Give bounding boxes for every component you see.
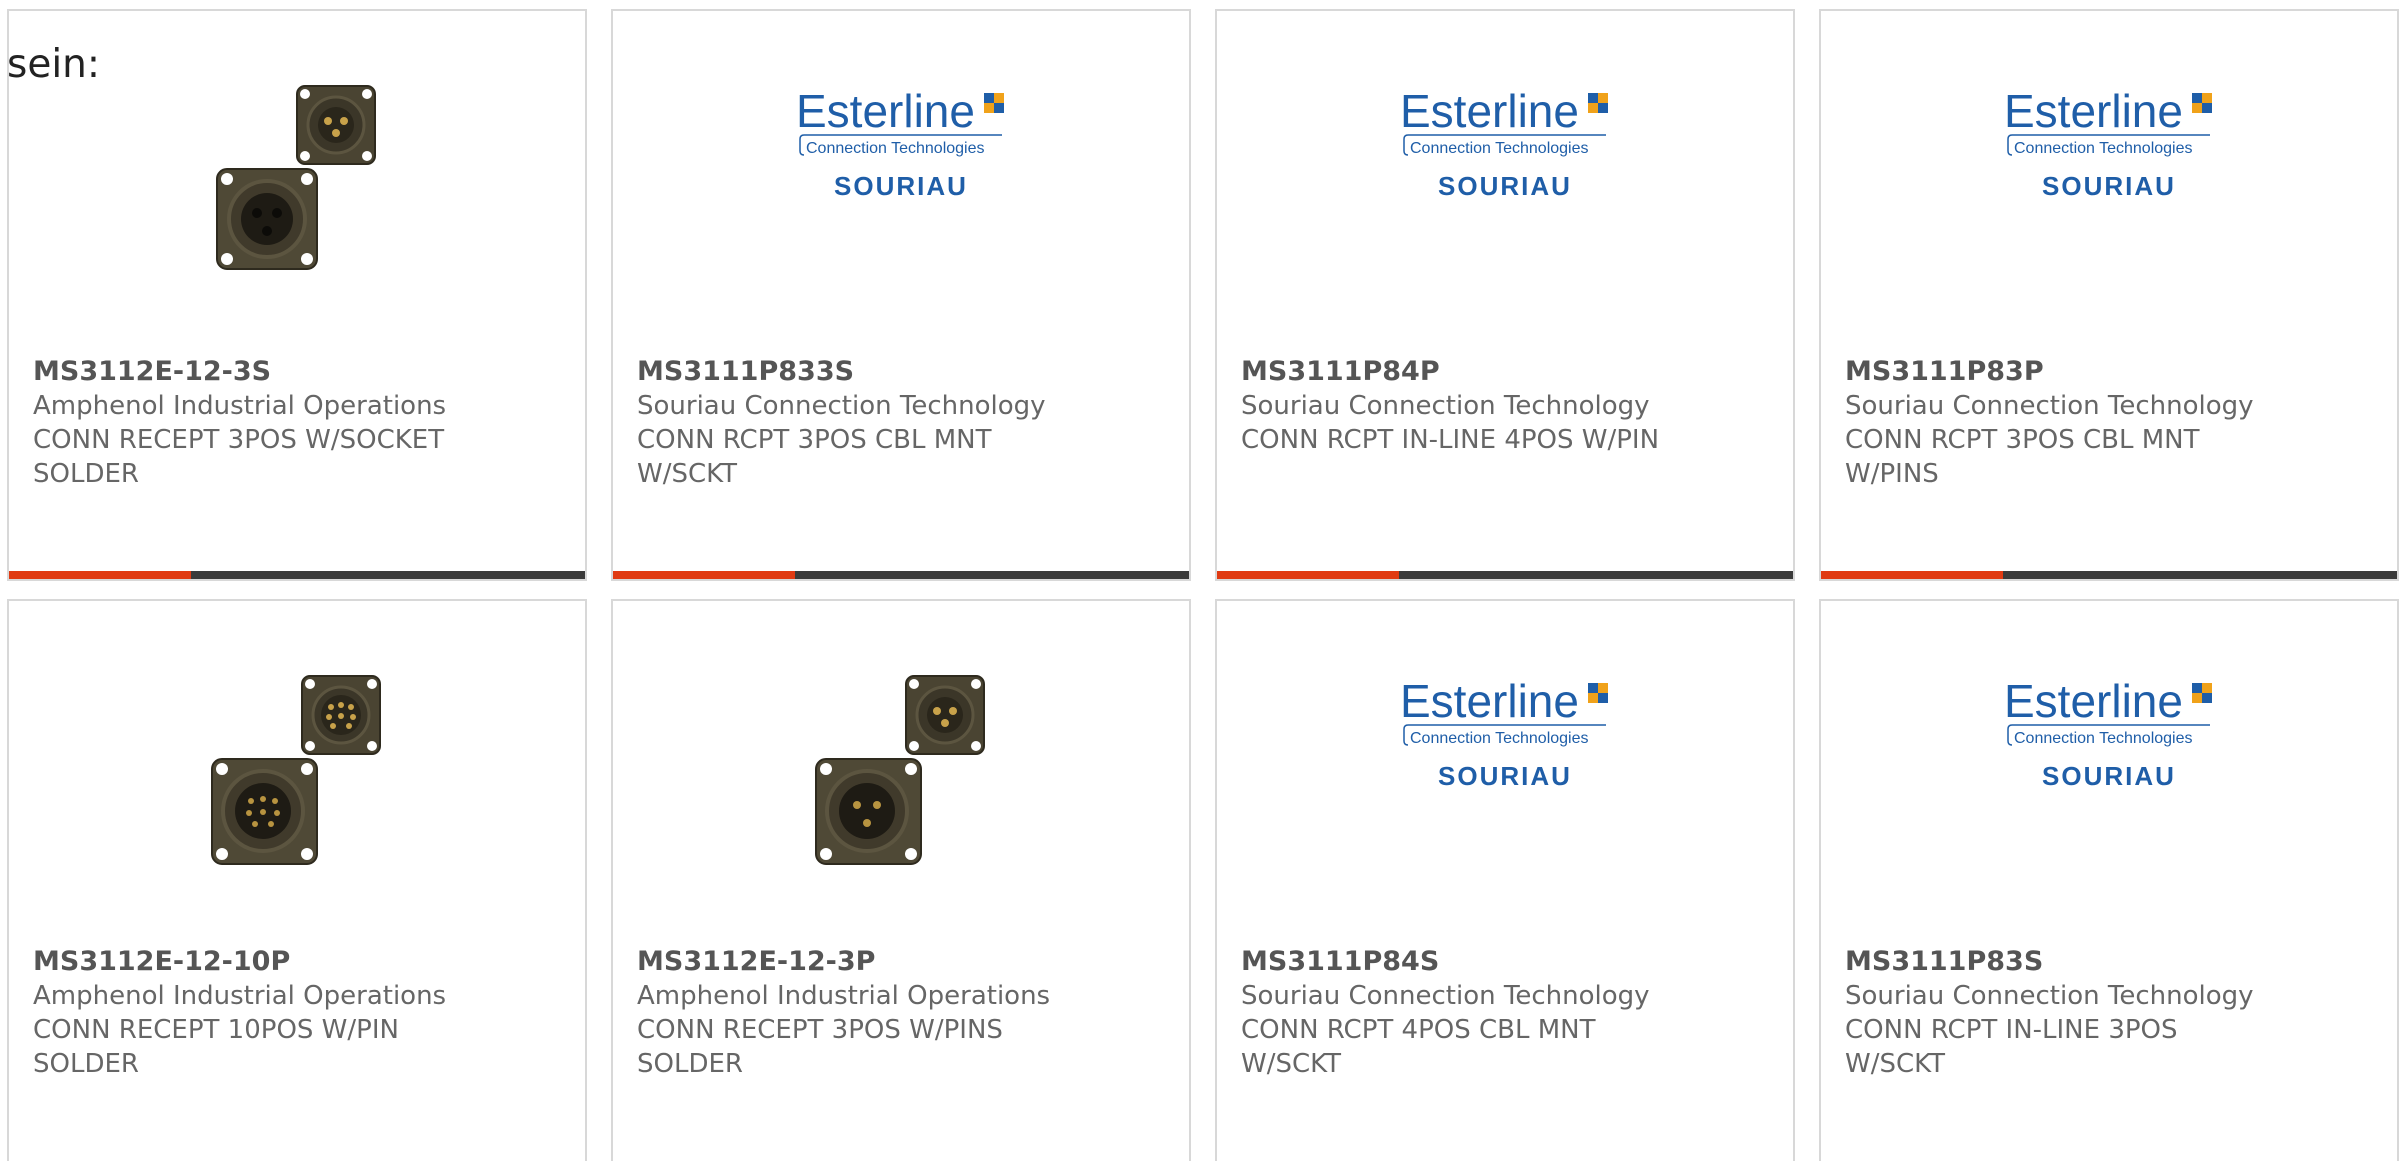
part-number-link[interactable]: MS3111P83S	[1845, 945, 2377, 979]
product-image: Esterline Connection Technologies SOURIA…	[1217, 81, 1793, 311]
product-description: CONN RCPT IN-LINE 4POS W/PIN	[1241, 425, 1660, 455]
connector-photo-icon	[211, 675, 381, 865]
product-card[interactable]: MS3112E-12-3S Amphenol Industrial Operat…	[7, 9, 587, 581]
part-number-link[interactable]: MS3111P833S	[637, 355, 1169, 389]
connector-photo-icon	[815, 675, 985, 865]
manufacturer-name: Souriau Connection Technology	[1845, 391, 2254, 421]
card-bottom-bar	[1217, 571, 1793, 579]
part-number-link[interactable]: MS3112E-12-3S	[33, 355, 565, 389]
product-card[interactable]: Esterline Connection Technologies SOURIA…	[1215, 9, 1795, 581]
product-image	[9, 81, 585, 311]
card-bottom-bar	[9, 571, 585, 579]
manufacturer-name: Amphenol Industrial Operations	[637, 981, 1051, 1011]
logo-wordmark: Esterline	[1400, 85, 1579, 137]
part-number-link[interactable]: MS3112E-12-10P	[33, 945, 565, 979]
product-description: CONN RECEPT 3POS W/PINS SOLDER	[637, 1015, 1003, 1079]
product-description: CONN RCPT IN-LINE 3POS W/SCKT	[1845, 1015, 2178, 1079]
logo-tagline: Connection Technologies	[1410, 140, 1589, 157]
product-description: CONN RCPT 4POS CBL MNT W/SCKT	[1241, 1015, 1596, 1079]
intro-text: sein:	[7, 42, 101, 87]
connector-photo-icon	[216, 85, 376, 270]
logo-sub: SOURIAU	[1438, 171, 1572, 201]
accent-bar	[9, 571, 191, 579]
product-description: CONN RECEPT 10POS W/PIN SOLDER	[33, 1015, 399, 1079]
logo-tagline: Connection Technologies	[2014, 730, 2193, 747]
manufacturer-name: Amphenol Industrial Operations	[33, 981, 447, 1011]
manufacturer-name: Amphenol Industrial Operations	[33, 391, 447, 421]
esterline-souriau-logo-icon: Esterline Connection Technologies SOURIA…	[2004, 675, 2212, 791]
card-bottom-bar	[613, 571, 1189, 579]
esterline-souriau-logo-icon: Esterline Connection Technologies SOURIA…	[1400, 85, 1608, 201]
product-description: CONN RCPT 3POS CBL MNT W/SCKT	[637, 425, 992, 489]
product-card[interactable]: Esterline Connection Technologies SOURIA…	[1819, 9, 2399, 581]
logo-wordmark: Esterline	[1400, 675, 1579, 727]
product-card[interactable]: Esterline Connection Technologies SOURIA…	[611, 9, 1191, 581]
logo-sub: SOURIAU	[834, 171, 968, 201]
logo-tagline: Connection Technologies	[2014, 140, 2193, 157]
logo-sub: SOURIAU	[2042, 171, 2176, 201]
accent-bar	[1217, 571, 1399, 579]
manufacturer-name: Souriau Connection Technology	[637, 391, 1046, 421]
logo-tagline: Connection Technologies	[806, 140, 985, 157]
product-card[interactable]: Esterline Connection Technologies SOURIA…	[1215, 599, 1795, 1161]
part-number-link[interactable]: MS3111P84S	[1241, 945, 1773, 979]
product-description: CONN RECEPT 3POS W/SOCKET SOLDER	[33, 425, 445, 489]
logo-tagline: Connection Technologies	[1410, 730, 1589, 747]
logo-wordmark: Esterline	[2004, 675, 2183, 727]
manufacturer-name: Souriau Connection Technology	[1241, 981, 1650, 1011]
manufacturer-name: Souriau Connection Technology	[1845, 981, 2254, 1011]
logo-wordmark: Esterline	[796, 85, 975, 137]
product-card[interactable]: MS3112E-12-3P Amphenol Industrial Operat…	[611, 599, 1191, 1161]
esterline-souriau-logo-icon: Esterline Connection Technologies SOURIA…	[2004, 85, 2212, 201]
product-image: Esterline Connection Technologies SOURIA…	[1821, 671, 2397, 901]
product-image: Esterline Connection Technologies SOURIA…	[1217, 671, 1793, 901]
product-image: Esterline Connection Technologies SOURIA…	[613, 81, 1189, 311]
logo-sub: SOURIAU	[2042, 761, 2176, 791]
logo-sub: SOURIAU	[1438, 761, 1572, 791]
product-card[interactable]: Esterline Connection Technologies SOURIA…	[1819, 599, 2399, 1161]
esterline-souriau-logo-icon: Esterline Connection Technologies SOURIA…	[1400, 675, 1608, 791]
card-bottom-bar	[1821, 571, 2397, 579]
part-number-link[interactable]: MS3112E-12-3P	[637, 945, 1169, 979]
esterline-souriau-logo-icon: Esterline Connection Technologies SOURIA…	[796, 85, 1004, 201]
accent-bar	[1821, 571, 2003, 579]
product-card[interactable]: MS3112E-12-10P Amphenol Industrial Opera…	[7, 599, 587, 1161]
product-description: CONN RCPT 3POS CBL MNT W/PINS	[1845, 425, 2200, 489]
product-image: Esterline Connection Technologies SOURIA…	[1821, 81, 2397, 311]
product-image	[9, 671, 585, 901]
product-image	[613, 671, 1189, 901]
product-grid-page: sein: MS3112E-12-3S Amphenol Industrial …	[0, 0, 2400, 1161]
part-number-link[interactable]: MS3111P83P	[1845, 355, 2377, 389]
accent-bar	[613, 571, 795, 579]
part-number-link[interactable]: MS3111P84P	[1241, 355, 1773, 389]
manufacturer-name: Souriau Connection Technology	[1241, 391, 1650, 421]
logo-wordmark: Esterline	[2004, 85, 2183, 137]
